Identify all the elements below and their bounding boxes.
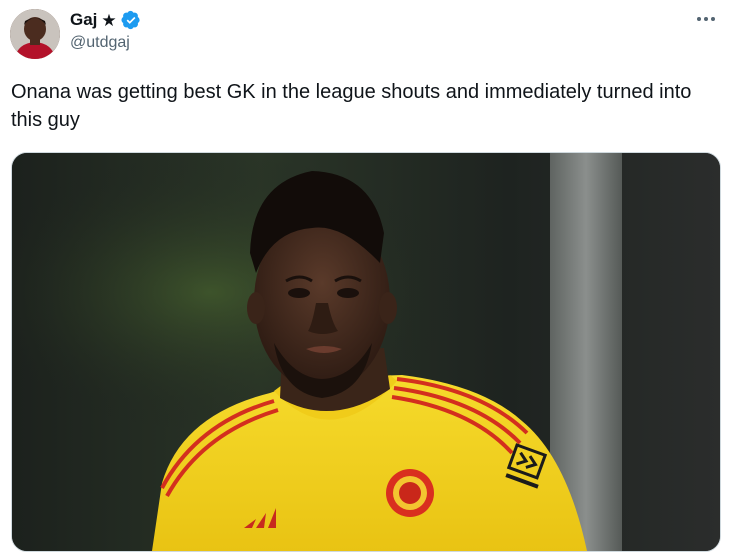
tweet-photo[interactable]: [11, 152, 721, 552]
tweet-text: Onana was getting best GK in the league …: [11, 81, 692, 131]
more-options-icon[interactable]: [694, 8, 718, 30]
verified-badge-icon[interactable]: [121, 10, 141, 30]
star-icon: ★: [101, 10, 117, 30]
author-name-row: Gaj ★: [70, 9, 141, 31]
avatar[interactable]: [10, 9, 60, 59]
author-display-name[interactable]: Gaj: [70, 10, 97, 30]
author-handle[interactable]: @utdgaj: [70, 34, 130, 52]
tweet-card: Gaj ★ @utdgaj Onana was getting best GK …: [0, 0, 730, 557]
